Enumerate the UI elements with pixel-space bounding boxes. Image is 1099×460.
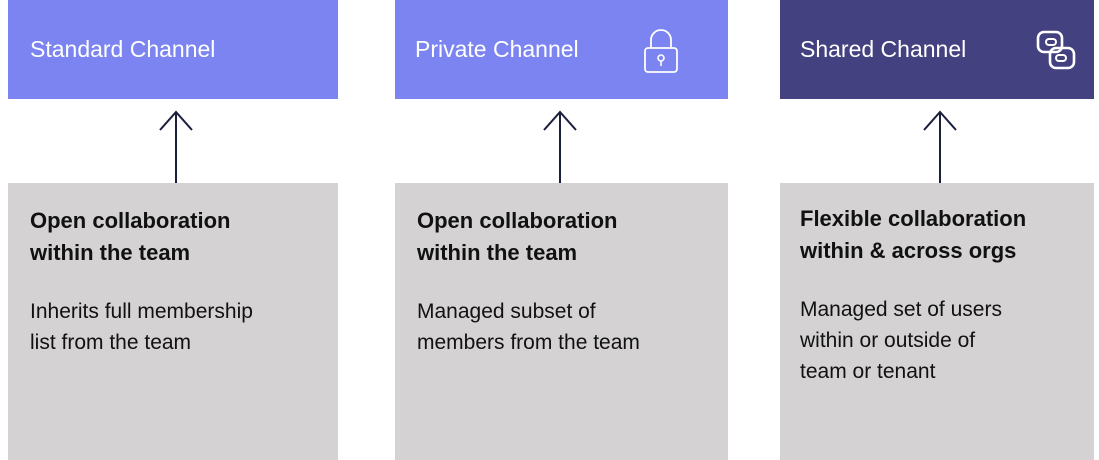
card-description-line: within or outside of	[800, 329, 976, 352]
card-title-line: within the team	[30, 240, 191, 265]
private-channel-column: Private Channel Open collaboration withi…	[395, 0, 728, 460]
card-description: Managed subset of members from the team	[417, 296, 708, 358]
card-description-line: Inherits full membership	[30, 300, 253, 323]
card-title: Open collaboration within the team	[30, 205, 318, 269]
card-description-line: Managed set of users	[800, 298, 1002, 321]
card-description: Inherits full membership list from the t…	[30, 296, 318, 358]
private-channel-header: Private Channel	[395, 0, 728, 99]
card-title-line: within & across orgs	[800, 238, 1017, 263]
standard-channel-column: Standard Channel Open collaboration with…	[8, 0, 338, 460]
card-title-line: Open collaboration	[30, 208, 231, 233]
link-icon	[1036, 30, 1076, 70]
header-label: Standard Channel	[30, 36, 216, 62]
up-arrow-icon	[923, 110, 957, 186]
header-label: Private Channel	[415, 36, 579, 62]
up-arrow-icon	[159, 110, 193, 186]
card-description-line: list from the team	[30, 331, 192, 354]
card-description: Managed set of users within or outside o…	[800, 294, 1074, 387]
card-title: Open collaboration within the team	[417, 205, 708, 269]
lock-icon	[644, 29, 678, 73]
card-description-line: team or tenant	[800, 360, 936, 383]
standard-channel-card: Open collaboration within the team Inher…	[8, 183, 338, 460]
card-title-line: Flexible collaboration	[800, 206, 1027, 231]
header-label: Shared Channel	[800, 36, 967, 62]
private-channel-card: Open collaboration within the team Manag…	[395, 183, 728, 460]
shared-channel-header: Shared Channel	[780, 0, 1094, 99]
shared-channel-card: Flexible collaboration within & across o…	[780, 183, 1094, 460]
standard-channel-header: Standard Channel	[8, 0, 338, 99]
up-arrow-icon	[543, 110, 577, 186]
card-description-line: members from the team	[417, 331, 640, 354]
card-description-line: Managed subset of	[417, 300, 596, 323]
card-title-line: Open collaboration	[417, 208, 618, 233]
card-title: Flexible collaboration within & across o…	[800, 203, 1074, 267]
card-title-line: within the team	[417, 240, 578, 265]
shared-channel-column: Shared Channel Flexible collaboration wi…	[780, 0, 1094, 460]
